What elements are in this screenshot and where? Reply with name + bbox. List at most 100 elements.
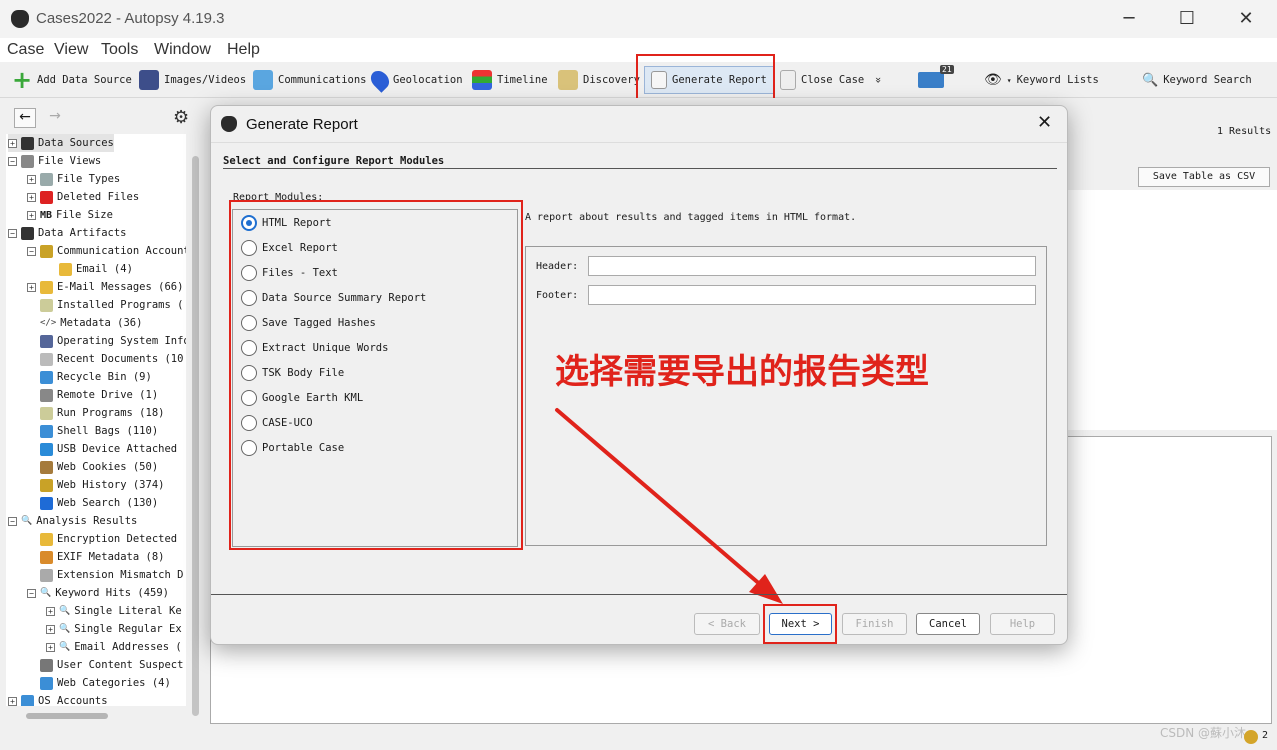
dialog-title-divider <box>211 142 1067 143</box>
expand-icon[interactable]: + <box>27 282 36 292</box>
tree-item[interactable]: Shell Bags (110) <box>27 422 158 440</box>
tree-item[interactable]: Web History (374) <box>27 476 164 494</box>
csdn-watermark: CSDN @蘇小沐 <box>1160 726 1247 740</box>
tree-item-label: EXIF Metadata (8) <box>57 551 165 563</box>
annotation-text: 选择需要导出的报告类型 <box>555 352 929 392</box>
forward-button[interactable]: → <box>44 108 66 128</box>
tree-item[interactable]: + Data Sources <box>8 134 114 152</box>
tree-item[interactable]: − 🔍 Analysis Results <box>8 512 137 530</box>
tree-item[interactable]: Run Programs (18) <box>27 404 164 422</box>
menu-window[interactable]: Window <box>154 41 211 59</box>
tree-item[interactable]: Remote Drive (1) <box>27 386 158 404</box>
expand-icon[interactable]: + <box>46 624 55 634</box>
expand-icon[interactable]: + <box>46 642 55 652</box>
maximize-button[interactable]: ☐ <box>1167 8 1207 29</box>
help-button[interactable]: Help <box>990 613 1055 635</box>
toolbar-overflow-icon[interactable]: » <box>872 77 884 83</box>
tree-item[interactable]: Web Cookies (50) <box>27 458 158 476</box>
tree-item[interactable]: USB Device Attached <box>27 440 177 458</box>
header-input[interactable] <box>588 256 1036 276</box>
tree-item-label: USB Device Attached <box>57 443 178 455</box>
discovery-icon <box>558 70 578 90</box>
tree-item[interactable]: Email (4) <box>46 260 133 278</box>
tree-item[interactable]: Extension Mismatch D <box>27 566 183 584</box>
back-button[interactable]: < Back <box>694 613 760 635</box>
tree-item[interactable]: Web Categories (4) <box>27 674 171 692</box>
tree-item-label: File Types <box>57 173 121 185</box>
tray-notification-icon[interactable] <box>1244 730 1258 744</box>
expand-icon[interactable]: + <box>27 174 36 184</box>
timeline-button[interactable]: Timeline <box>472 68 548 92</box>
timeline-label: Timeline <box>497 74 548 86</box>
tree-item[interactable]: + MB File Size <box>27 206 113 224</box>
tree-item[interactable]: Recycle Bin (9) <box>27 368 152 386</box>
collapse-icon[interactable]: − <box>8 156 17 166</box>
tree-item[interactable]: Web Search (130) <box>27 494 158 512</box>
geolocation-label: Geolocation <box>393 74 463 86</box>
tree-node-icon <box>21 154 34 168</box>
cancel-button[interactable]: Cancel <box>916 613 980 635</box>
section-divider <box>223 168 1057 169</box>
tree-item[interactable]: Encryption Detected <box>27 530 177 548</box>
communications-button[interactable]: Communications <box>253 68 367 92</box>
tree-item[interactable]: User Content Suspect <box>27 656 183 674</box>
discovery-button[interactable]: Discovery <box>558 68 640 92</box>
tree-item[interactable]: + Deleted Files <box>27 188 139 206</box>
back-button[interactable]: ← <box>14 108 36 128</box>
dialog-close-button[interactable]: ✕ <box>1037 112 1052 133</box>
collapse-icon[interactable]: − <box>8 516 17 526</box>
menu-tools[interactable]: Tools <box>101 41 138 59</box>
tree-item[interactable]: Recent Documents (10 <box>27 350 183 368</box>
save-table-csv-button[interactable]: Save Table as CSV <box>1138 167 1270 187</box>
add-data-source-button[interactable]: + Add Data Source <box>12 68 132 92</box>
tree-item[interactable]: − 🔍 Keyword Hits (459) <box>27 584 169 602</box>
tree-item[interactable]: − Communication Accounts <box>27 242 186 260</box>
expand-icon[interactable]: + <box>27 210 36 220</box>
autopsy-logo-icon <box>11 10 29 28</box>
tree-node-icon <box>40 190 53 204</box>
tree-node-icon <box>40 442 53 456</box>
envelope-icon <box>918 72 944 88</box>
settings-gear-icon[interactable]: ⚙ <box>173 107 189 128</box>
tree-item[interactable]: + 🔍 Email Addresses ( <box>46 638 182 656</box>
tree-hscrollbar[interactable] <box>26 713 108 719</box>
minimize-button[interactable]: ─ <box>1109 8 1149 29</box>
plus-icon: + <box>12 66 33 94</box>
expand-icon[interactable]: + <box>46 606 55 616</box>
tree-item-label: Keyword Hits (459) <box>55 587 170 599</box>
tree-scrollbar[interactable] <box>192 156 199 716</box>
tree-item[interactable]: EXIF Metadata (8) <box>27 548 164 566</box>
tree-item[interactable]: + E-Mail Messages (66) <box>27 278 183 296</box>
highlight-next-button <box>763 604 837 644</box>
keyword-search-button[interactable]: 🔍 Keyword Search <box>1142 68 1252 92</box>
tree-item[interactable]: − Data Artifacts <box>8 224 127 242</box>
menu-case[interactable]: Case <box>7 41 44 59</box>
header-label: Header: <box>536 261 579 272</box>
tree-item[interactable]: + 🔍 Single Regular Ex <box>46 620 182 638</box>
close-case-button[interactable]: Close Case » <box>780 68 884 92</box>
tree-item[interactable]: + File Types <box>27 170 120 188</box>
close-window-button[interactable]: ✕ <box>1226 8 1266 29</box>
finish-button[interactable]: Finish <box>842 613 907 635</box>
tree-item[interactable]: + 🔍 Single Literal Ke <box>46 602 182 620</box>
tree-item[interactable]: Operating System Info <box>27 332 186 350</box>
keyword-lists-button[interactable]: 👁 ▾ Keyword Lists <box>984 68 1099 92</box>
tree-item[interactable]: − File Views <box>8 152 101 170</box>
footer-input[interactable] <box>588 285 1036 305</box>
collapse-icon[interactable]: − <box>8 228 17 238</box>
tree-item[interactable]: Installed Programs ( <box>27 296 183 314</box>
menu-view[interactable]: View <box>54 41 88 59</box>
tree-item-label: Run Programs (18) <box>57 407 165 419</box>
tree-item[interactable]: </> Metadata (36) <box>27 314 142 332</box>
tree-item[interactable]: + OS Accounts <box>8 692 108 706</box>
email-button[interactable]: 21 <box>918 65 954 92</box>
menu-help[interactable]: Help <box>227 41 260 59</box>
expand-icon[interactable]: + <box>27 192 36 202</box>
geolocation-button[interactable]: Geolocation <box>367 67 463 93</box>
expand-icon[interactable]: + <box>8 138 17 148</box>
collapse-icon[interactable]: − <box>27 246 36 256</box>
collapse-icon[interactable]: − <box>27 588 36 598</box>
tree-item-label: OS Accounts <box>38 695 108 706</box>
images-videos-button[interactable]: Images/Videos <box>139 68 246 92</box>
expand-icon[interactable]: + <box>8 696 17 706</box>
